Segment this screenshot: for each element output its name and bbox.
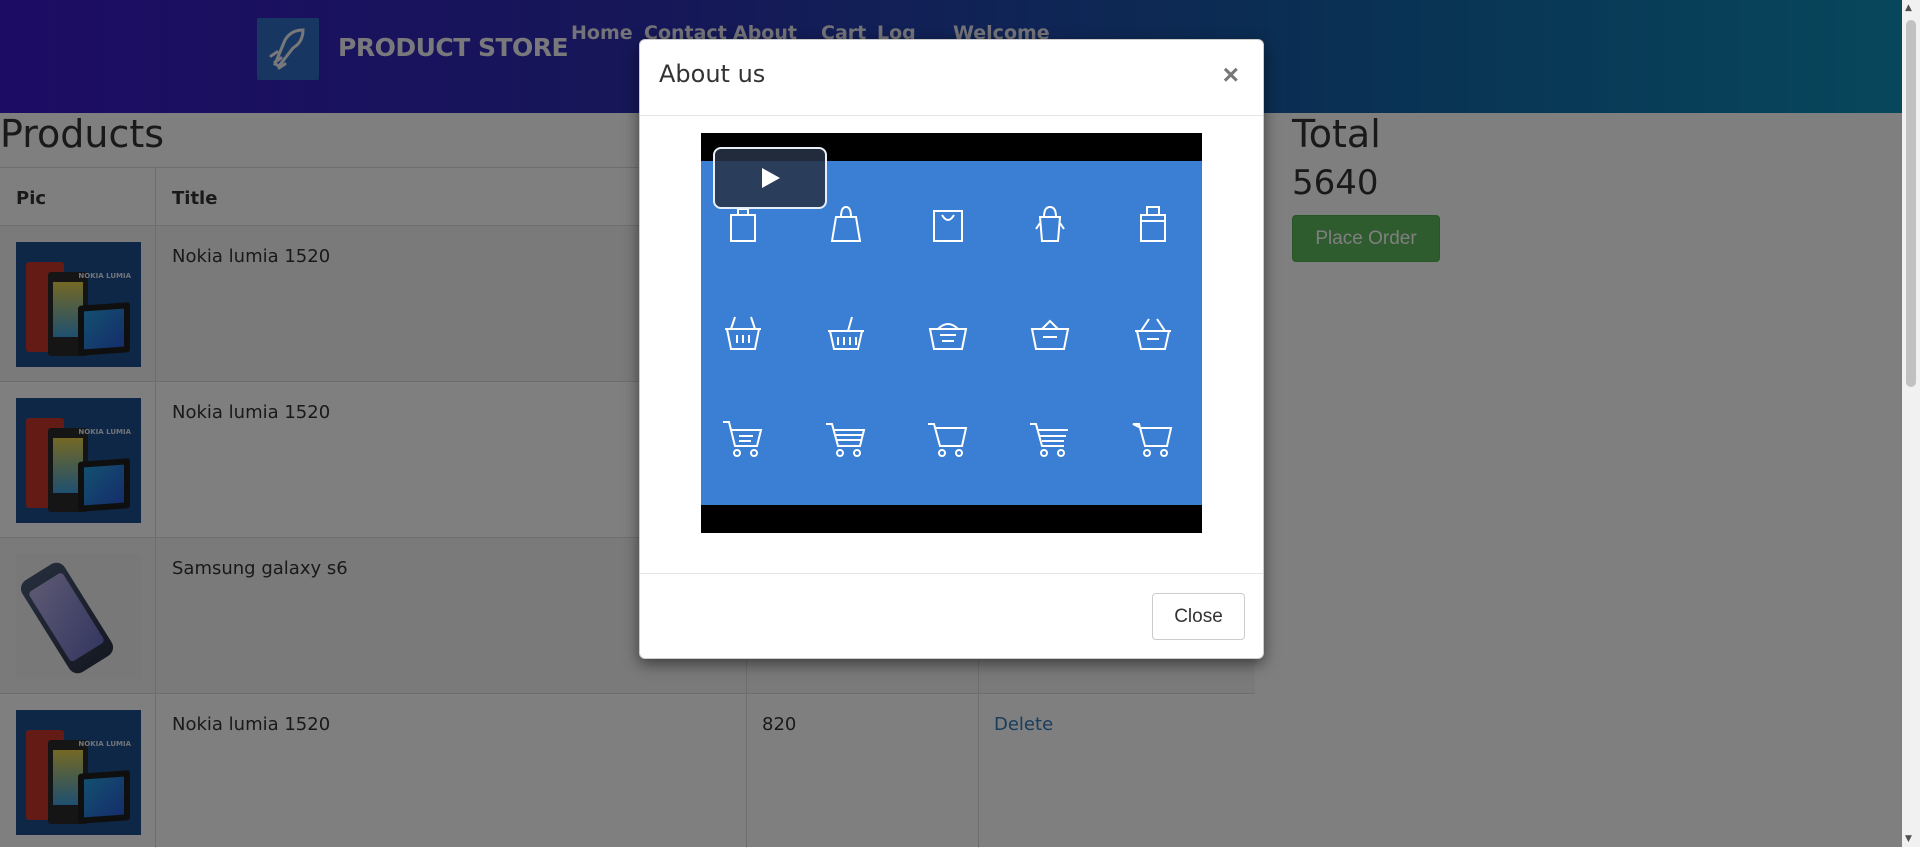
modal-footer: Close (640, 573, 1263, 659)
basket-icon (828, 316, 864, 350)
modal-title: About us (659, 60, 766, 88)
play-button[interactable] (713, 147, 827, 209)
cart-icon (1132, 423, 1173, 457)
basket-icon (1135, 318, 1171, 350)
cart-icon (1030, 423, 1068, 457)
basket-icon (1030, 319, 1070, 350)
video-frame (701, 161, 1202, 505)
modal-header: About us × (640, 40, 1263, 116)
shopping-bag-icon (1035, 205, 1065, 242)
shopping-bag-icon (830, 205, 862, 242)
cart-icon (723, 421, 763, 457)
shopping-bag-icon (1140, 206, 1166, 242)
scroll-up-icon[interactable]: ▲ (1905, 3, 1912, 13)
close-button[interactable]: Close (1152, 593, 1245, 640)
shopping-bag-icon (933, 210, 963, 242)
basket-icon (725, 316, 761, 350)
close-icon[interactable]: × (1217, 58, 1245, 92)
play-icon (762, 168, 780, 188)
basket-icon (928, 323, 968, 350)
cart-icon (928, 423, 968, 457)
scroll-down-icon[interactable]: ▼ (1905, 834, 1912, 844)
page-scrollbar[interactable]: ▲ ▼ (1902, 0, 1920, 847)
about-us-modal: About us × Close (639, 39, 1264, 659)
cart-icon (826, 423, 866, 457)
scrollbar-thumb[interactable] (1906, 20, 1916, 387)
video-player[interactable] (701, 133, 1202, 533)
